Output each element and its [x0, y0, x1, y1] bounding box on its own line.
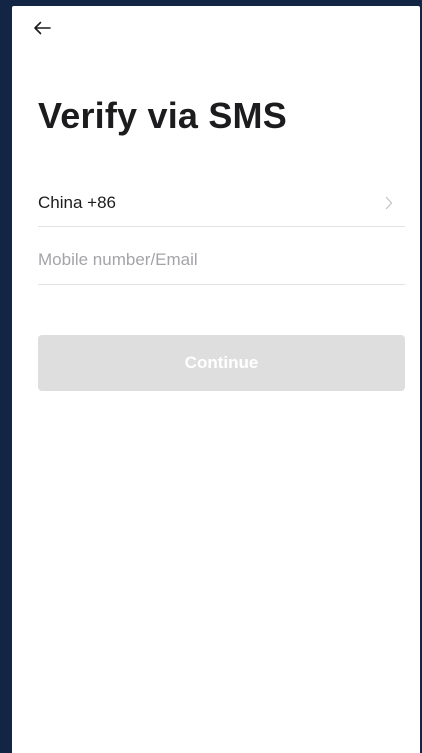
chevron-right-icon: [385, 196, 393, 210]
country-code-value: China +86: [38, 193, 116, 212]
phone-email-field: [38, 236, 405, 285]
device-frame: Verify via SMS China +86 Continue: [0, 0, 422, 753]
phone-email-input[interactable]: [38, 236, 405, 284]
page-title: Verify via SMS: [38, 95, 287, 136]
verify-screen: Verify via SMS China +86 Continue: [12, 6, 420, 753]
arrow-left-icon: [33, 21, 51, 35]
continue-button-label: Continue: [184, 353, 259, 372]
back-button[interactable]: [30, 16, 54, 40]
continue-button[interactable]: Continue: [38, 335, 405, 391]
country-code-selector[interactable]: China +86: [38, 180, 405, 227]
